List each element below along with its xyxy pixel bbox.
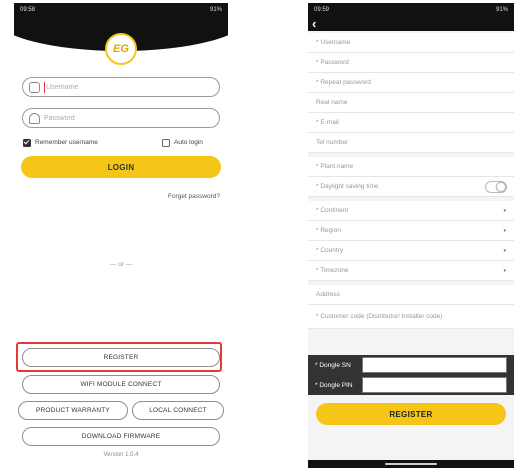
customer-code-field[interactable]: * Customer code (Distributor/ Installer … (308, 305, 514, 329)
forgot-password-link[interactable]: Forget password? (168, 193, 220, 200)
chevron-down-icon: ▾ (503, 247, 506, 254)
password-input[interactable]: Password (22, 108, 220, 128)
email-field[interactable]: * E-mail (308, 113, 514, 133)
wifi-module-connect-button[interactable]: WIFI MODULE CONNECT (22, 375, 220, 394)
dongle-pin-label: * Dongle PIN (315, 381, 353, 389)
lock-icon (29, 112, 40, 124)
top-nav: ‹ (308, 17, 514, 31)
auto-login-label: Auto login (174, 139, 203, 146)
status-time: 09:59 (314, 7, 330, 13)
address-field[interactable]: Address (308, 285, 514, 305)
remember-label: Remember username (35, 139, 98, 146)
password-placeholder: Password (44, 114, 75, 122)
or-divider: — or — (109, 261, 133, 268)
dongle-sn-input[interactable] (362, 357, 507, 373)
chevron-down-icon: ▾ (503, 207, 506, 214)
dongle-sn-row: * Dongle SN (308, 355, 514, 375)
timezone-select[interactable]: * Timezone ▾ (308, 261, 514, 281)
product-warranty-button[interactable]: PRODUCT WARRANTY (18, 401, 128, 420)
app-logo: EG (105, 33, 137, 65)
real-name-field[interactable]: Real name (308, 93, 514, 113)
register-screen: 09:59 91% ‹ * Username * Password * Repe… (308, 3, 514, 468)
country-select[interactable]: * Country ▾ (308, 241, 514, 261)
auto-login-checkbox[interactable] (162, 139, 170, 147)
dongle-pin-row: * Dongle PIN (308, 375, 514, 395)
daylight-saving-row: * Daylight saving time (308, 177, 514, 197)
download-firmware-button[interactable]: DOWNLOAD FIRMWARE (22, 427, 220, 446)
dongle-sn-label: * Dongle SN (315, 361, 351, 369)
login-options: Remember username Auto login (23, 137, 221, 149)
remember-checkbox[interactable] (23, 139, 31, 147)
version-label: Version 1.0.4 (103, 452, 139, 458)
status-bar: 09:59 91% (308, 3, 514, 17)
username-input[interactable]: Username (22, 77, 220, 97)
plant-name-field[interactable]: * Plant name (308, 157, 514, 177)
register-submit-button[interactable]: REGISTER (316, 403, 506, 425)
daylight-saving-toggle[interactable] (485, 181, 507, 193)
username-field[interactable]: * Username (308, 33, 514, 53)
tel-number-field[interactable]: Tel number (308, 133, 514, 153)
status-bar: 09:58 91% (14, 3, 228, 17)
continent-select[interactable]: * Continent ▾ (308, 201, 514, 221)
repeat-password-field[interactable]: * Repeat password (308, 73, 514, 93)
home-indicator (385, 463, 437, 465)
gesture-bar (308, 460, 514, 468)
password-field[interactable]: * Password (308, 53, 514, 73)
login-button[interactable]: LOGIN (21, 156, 221, 178)
phone-icon (29, 81, 40, 93)
local-connect-button[interactable]: LOCAL CONNECT (132, 401, 224, 420)
status-battery: 91% (209, 7, 222, 13)
region-select[interactable]: * Region ▾ (308, 221, 514, 241)
chevron-down-icon: ▾ (503, 227, 506, 234)
dongle-pin-input[interactable] (362, 377, 507, 393)
chevron-down-icon: ▾ (503, 267, 506, 274)
username-placeholder: Username (46, 83, 79, 91)
back-chevron-icon[interactable]: ‹ (312, 17, 316, 31)
login-screen: 09:58 91% EG Username Password Remember … (14, 3, 228, 468)
status-battery: 91% (495, 7, 508, 13)
text-cursor (44, 81, 45, 93)
status-time: 09:58 (20, 7, 36, 13)
register-button[interactable]: REGISTER (22, 348, 220, 367)
